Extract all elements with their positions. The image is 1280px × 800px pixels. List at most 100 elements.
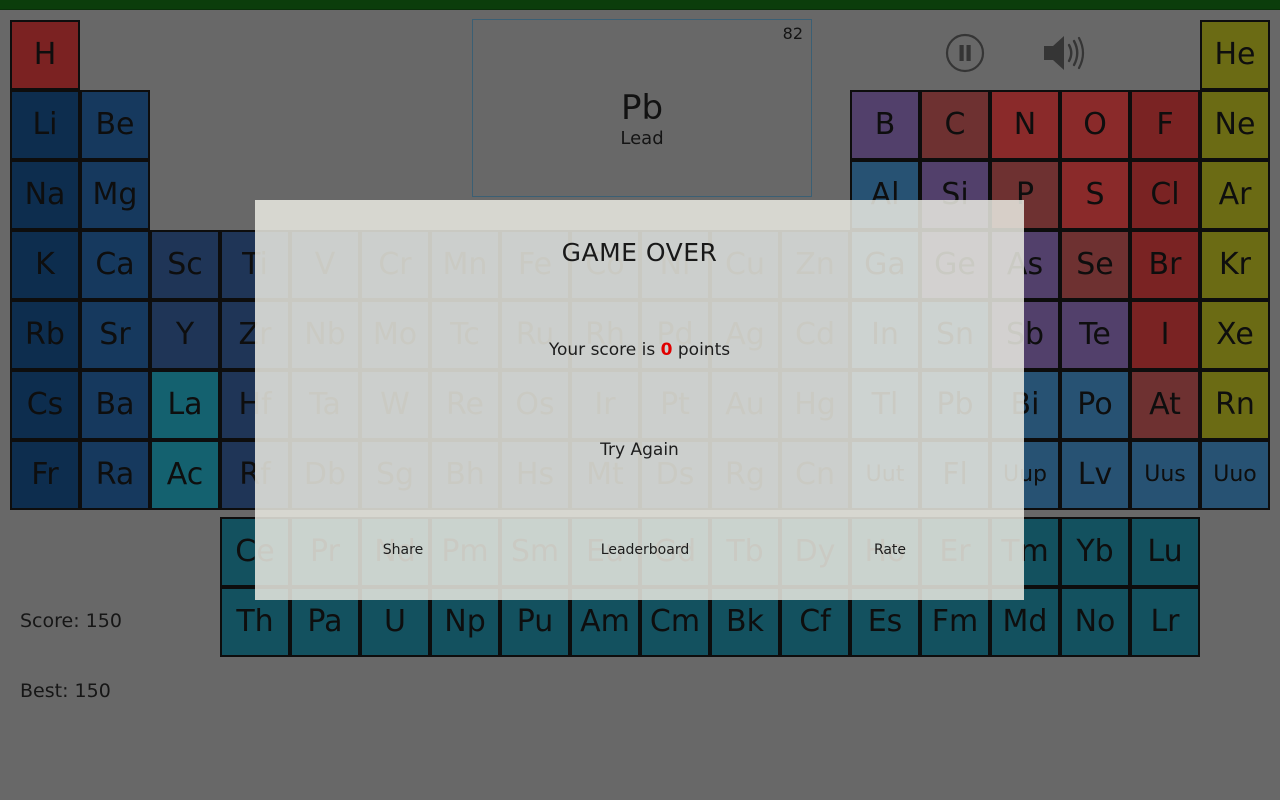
element-symbol: Na bbox=[24, 177, 66, 212]
element-symbol: Te bbox=[1079, 317, 1111, 352]
element-symbol: Ne bbox=[1214, 107, 1256, 142]
element-cell-fr[interactable]: Fr bbox=[10, 440, 80, 510]
element-symbol: Cl bbox=[1150, 177, 1180, 212]
element-symbol: Sc bbox=[167, 247, 203, 282]
final-score-text: Your score is 0 points bbox=[255, 340, 1024, 360]
element-cell-c[interactable]: C bbox=[920, 90, 990, 160]
element-symbol: Pa bbox=[307, 604, 343, 639]
element-cell-ba[interactable]: Ba bbox=[80, 370, 150, 440]
element-symbol: Li bbox=[32, 107, 58, 142]
pause-icon[interactable] bbox=[942, 30, 988, 80]
element-symbol: Rn bbox=[1215, 387, 1255, 422]
element-symbol: Br bbox=[1148, 247, 1182, 282]
element-cell-no[interactable]: No bbox=[1060, 587, 1130, 657]
element-cell-b[interactable]: B bbox=[850, 90, 920, 160]
element-symbol: Y bbox=[175, 317, 195, 352]
leaderboard-button[interactable]: Leaderboard bbox=[580, 542, 710, 558]
element-symbol: Cs bbox=[26, 387, 64, 422]
element-cell-cl[interactable]: Cl bbox=[1130, 160, 1200, 230]
element-cell-po[interactable]: Po bbox=[1060, 370, 1130, 440]
element-symbol: Es bbox=[867, 604, 903, 639]
final-score-value: 0 bbox=[660, 340, 673, 360]
element-symbol: Lr bbox=[1150, 604, 1180, 639]
element-cell-kr[interactable]: Kr bbox=[1200, 230, 1270, 300]
element-cell-sr[interactable]: Sr bbox=[80, 300, 150, 370]
element-cell-cs[interactable]: Cs bbox=[10, 370, 80, 440]
element-symbol: Uus bbox=[1144, 462, 1186, 487]
element-cell-i[interactable]: I bbox=[1130, 300, 1200, 370]
game-screen: HHeLiBeBCNOFNeNaMgAlSiPSClArKCaScTiVCrMn… bbox=[0, 0, 1280, 800]
element-cell-na[interactable]: Na bbox=[10, 160, 80, 230]
element-cell-h[interactable]: H bbox=[10, 20, 80, 90]
best-score-label: Best: 150 bbox=[20, 680, 111, 702]
element-symbol: Lu bbox=[1147, 534, 1183, 569]
element-symbol: Th bbox=[236, 604, 274, 639]
element-cell-uuo[interactable]: Uuo bbox=[1200, 440, 1270, 510]
element-cell-he[interactable]: He bbox=[1200, 20, 1270, 90]
element-symbol: N bbox=[1013, 107, 1037, 142]
element-cell-sc[interactable]: Sc bbox=[150, 230, 220, 300]
sound-on-icon[interactable] bbox=[1038, 28, 1090, 82]
element-cell-la[interactable]: La bbox=[150, 370, 220, 440]
element-symbol: I bbox=[1160, 317, 1170, 352]
element-cell-be[interactable]: Be bbox=[80, 90, 150, 160]
element-cell-rn[interactable]: Rn bbox=[1200, 370, 1270, 440]
element-cell-n[interactable]: N bbox=[990, 90, 1060, 160]
element-symbol: Se bbox=[1076, 247, 1114, 282]
element-cell-mg[interactable]: Mg bbox=[80, 160, 150, 230]
element-symbol: O bbox=[1083, 107, 1107, 142]
element-symbol: S bbox=[1085, 177, 1105, 212]
element-cell-y[interactable]: Y bbox=[150, 300, 220, 370]
question-card: 82 Pb Lead bbox=[472, 19, 812, 197]
question-element-symbol: Pb bbox=[620, 88, 664, 128]
element-cell-li[interactable]: Li bbox=[10, 90, 80, 160]
element-cell-f[interactable]: F bbox=[1130, 90, 1200, 160]
element-cell-ac[interactable]: Ac bbox=[150, 440, 220, 510]
game-over-title: GAME OVER bbox=[561, 238, 718, 267]
try-again-button[interactable]: Try Again bbox=[255, 440, 1024, 460]
element-symbol: No bbox=[1074, 604, 1116, 639]
element-symbol: Fm bbox=[931, 604, 979, 639]
element-cell-ca[interactable]: Ca bbox=[80, 230, 150, 300]
element-cell-se[interactable]: Se bbox=[1060, 230, 1130, 300]
element-cell-ar[interactable]: Ar bbox=[1200, 160, 1270, 230]
element-symbol: U bbox=[384, 604, 406, 639]
element-cell-at[interactable]: At bbox=[1130, 370, 1200, 440]
element-symbol: Ar bbox=[1218, 177, 1252, 212]
element-cell-k[interactable]: K bbox=[10, 230, 80, 300]
rate-button[interactable]: Rate bbox=[835, 542, 945, 558]
element-cell-te[interactable]: Te bbox=[1060, 300, 1130, 370]
element-symbol: Lv bbox=[1077, 457, 1113, 492]
element-symbol: F bbox=[1156, 107, 1174, 142]
element-symbol: H bbox=[33, 37, 57, 72]
element-symbol: Ac bbox=[166, 457, 204, 492]
element-symbol: Ca bbox=[95, 247, 135, 282]
element-cell-rb[interactable]: Rb bbox=[10, 300, 80, 370]
element-cell-ne[interactable]: Ne bbox=[1200, 90, 1270, 160]
element-symbol: Uuo bbox=[1213, 462, 1257, 487]
element-cell-lr[interactable]: Lr bbox=[1130, 587, 1200, 657]
element-cell-br[interactable]: Br bbox=[1130, 230, 1200, 300]
element-cell-xe[interactable]: Xe bbox=[1200, 300, 1270, 370]
element-symbol: K bbox=[35, 247, 55, 282]
element-cell-o[interactable]: O bbox=[1060, 90, 1130, 160]
game-over-dialog: GAME OVER Your score is 0 points Try Aga… bbox=[255, 200, 1024, 600]
element-cell-yb[interactable]: Yb bbox=[1060, 517, 1130, 587]
element-symbol: Sr bbox=[99, 317, 131, 352]
element-symbol: Be bbox=[95, 107, 135, 142]
element-cell-lv[interactable]: Lv bbox=[1060, 440, 1130, 510]
question-atomic-number: 82 bbox=[782, 24, 803, 43]
element-cell-lu[interactable]: Lu bbox=[1130, 517, 1200, 587]
element-symbol: Am bbox=[580, 604, 630, 639]
element-symbol: B bbox=[874, 107, 896, 142]
element-symbol: Rb bbox=[25, 317, 65, 352]
element-symbol: La bbox=[167, 387, 203, 422]
element-cell-uus[interactable]: Uus bbox=[1130, 440, 1200, 510]
share-button[interactable]: Share bbox=[343, 542, 463, 558]
element-cell-ra[interactable]: Ra bbox=[80, 440, 150, 510]
element-cell-s[interactable]: S bbox=[1060, 160, 1130, 230]
game-controls bbox=[930, 30, 1100, 80]
element-symbol: Xe bbox=[1216, 317, 1254, 352]
element-symbol: C bbox=[944, 107, 966, 142]
element-symbol: He bbox=[1214, 37, 1256, 72]
